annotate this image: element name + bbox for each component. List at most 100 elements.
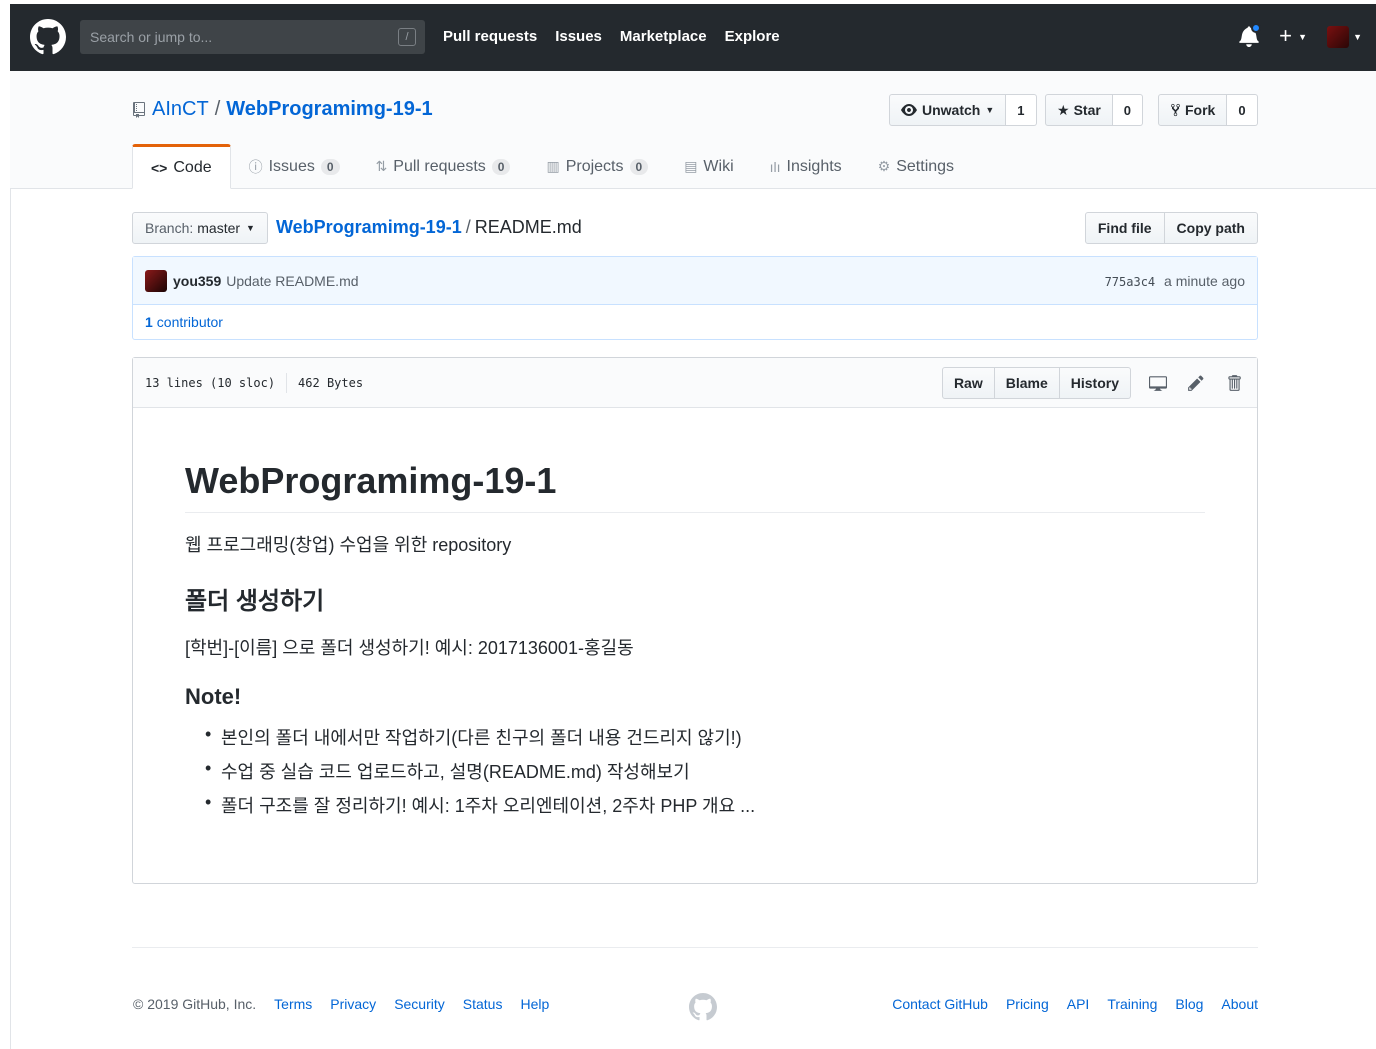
tab-issues[interactable]: ⓘ Issues 0 [231, 144, 358, 189]
footer-link-privacy[interactable]: Privacy [330, 996, 376, 1012]
contributors-count: 1 [145, 314, 153, 330]
star-group: ★ Star 0 [1045, 94, 1144, 126]
footer-link-status[interactable]: Status [463, 996, 503, 1012]
breadcrumb-filename: README.md [474, 217, 582, 237]
star-label: Star [1073, 102, 1101, 118]
unwatch-button[interactable]: Unwatch ▼ [889, 94, 1007, 126]
code-icon: <> [151, 159, 168, 176]
tab-insights[interactable]: ılı Insights [752, 144, 860, 189]
readme-content: WebProgramimg-19-1 웹 프로그래밍(창업) 수업을 위한 re… [133, 408, 1257, 818]
nav-marketplace[interactable]: Marketplace [620, 28, 707, 45]
tab-wiki[interactable]: ▤ Wiki [666, 144, 751, 189]
pencil-icon[interactable] [1185, 372, 1207, 394]
footer-link-about[interactable]: About [1221, 996, 1258, 1012]
file-actions: Raw Blame History [941, 366, 1245, 399]
issue-opened-icon: ⓘ [248, 158, 263, 175]
tab-label: Pull requests [393, 157, 486, 175]
file-nav-buttons: Find file Copy path [1084, 212, 1258, 244]
find-file-button[interactable]: Find file [1084, 212, 1165, 244]
footer-link-contact[interactable]: Contact GitHub [892, 996, 988, 1012]
repo-icon [133, 101, 145, 118]
raw-button[interactable]: Raw [941, 366, 995, 399]
readme-heading-note: Note! [185, 684, 242, 709]
commit-sha[interactable]: 775a3c4 [1105, 275, 1156, 289]
branch-label: Branch: [145, 220, 194, 236]
readme-folder-rule: [학번]-[이름] 으로 폴더 생성하기! 예시: 2017136001-홍길동 [185, 638, 634, 658]
commit-author[interactable]: you359 [173, 273, 221, 289]
footer-divider [132, 947, 1258, 948]
slash-shortcut-hint: / [398, 28, 416, 46]
caret-down-icon: ▼ [1298, 32, 1308, 43]
list-item: 본인의 폴더 내에서만 작업하기(다른 친구의 폴더 내용 건드리지 않기!) [205, 724, 1205, 750]
caret-down-icon: ▼ [1353, 31, 1362, 42]
tab-settings[interactable]: ⚙ Settings [860, 144, 972, 189]
footer-link-help[interactable]: Help [520, 996, 549, 1012]
blame-button[interactable]: Blame [994, 366, 1060, 399]
file-header: 13 lines (10 sloc) 462 Bytes Raw Blame H… [133, 358, 1257, 408]
user-menu-dropdown[interactable]: ▼ [1327, 25, 1362, 48]
watch-count[interactable]: 1 [1006, 94, 1037, 126]
create-new-dropdown[interactable]: + ▼ [1279, 24, 1307, 49]
branch-select-button[interactable]: Branch: master ▼ [132, 212, 268, 244]
contributors-row[interactable]: 1 contributor [133, 305, 1257, 339]
nav-issues[interactable]: Issues [555, 28, 602, 45]
fork-group: Fork 0 [1158, 94, 1258, 126]
search-input[interactable] [80, 20, 380, 54]
file-line-count: 13 lines (10 sloc) [145, 375, 276, 390]
graph-icon: ılı [769, 158, 781, 175]
header-nav: Pull requests Issues Marketplace Explore [443, 28, 798, 45]
history-button[interactable]: History [1059, 366, 1131, 399]
readme-title: WebProgramimg-19-1 [185, 460, 1205, 513]
avatar[interactable] [145, 269, 167, 292]
repo-header: AInCT / WebProgramimg-19-1 Unwatch ▼ 1 ★… [10, 71, 1376, 189]
breadcrumb-separator: / [465, 217, 471, 237]
search-box: / [80, 20, 425, 54]
unwatch-label: Unwatch [922, 102, 981, 118]
repo-name-link[interactable]: WebProgramimg-19-1 [226, 98, 432, 121]
tab-pull-requests[interactable]: ⇅ Pull requests 0 [358, 144, 529, 189]
notification-dot [1251, 22, 1262, 33]
repo-path-separator: / [214, 98, 221, 120]
footer-link-security[interactable]: Security [394, 996, 445, 1012]
footer-right: Contact GitHub Pricing API Training Blog… [892, 996, 1258, 1012]
repo-owner-link[interactable]: AInCT [152, 98, 209, 121]
tab-label: Settings [896, 157, 955, 175]
github-mark-icon[interactable] [689, 993, 717, 1021]
tab-label: Insights [786, 157, 842, 175]
file-info: 13 lines (10 sloc) 462 Bytes [145, 372, 363, 393]
footer-copyright: © 2019 GitHub, Inc. [133, 996, 257, 1012]
breadcrumb: WebProgramimg-19-1/README.md [276, 217, 582, 238]
footer-link-training[interactable]: Training [1107, 996, 1157, 1012]
footer-link-api[interactable]: API [1067, 996, 1090, 1012]
nav-pull-requests[interactable]: Pull requests [443, 28, 537, 45]
branch-name: master [197, 220, 241, 236]
header-right: + ▼ ▼ [1239, 22, 1362, 49]
commit-message[interactable]: Update README.md [226, 273, 358, 289]
github-logo-icon[interactable] [30, 19, 66, 55]
footer-link-terms[interactable]: Terms [274, 996, 312, 1012]
tab-code[interactable]: <> Code [132, 144, 231, 189]
trash-icon[interactable] [1223, 372, 1245, 394]
caret-down-icon: ▼ [985, 105, 995, 115]
notifications-bell-icon[interactable] [1239, 22, 1262, 49]
copy-path-button[interactable]: Copy path [1164, 212, 1258, 244]
star-count[interactable]: 0 [1112, 94, 1144, 126]
desktop-icon[interactable] [1147, 372, 1169, 394]
fork-icon [1171, 103, 1180, 117]
breadcrumb-root-link[interactable]: WebProgramimg-19-1 [276, 217, 462, 237]
star-icon: ★ [1057, 101, 1070, 118]
footer-link-pricing[interactable]: Pricing [1006, 996, 1049, 1012]
fork-count[interactable]: 0 [1227, 94, 1258, 126]
star-button[interactable]: ★ Star [1045, 94, 1113, 126]
commit-time: a minute ago [1164, 272, 1245, 289]
nav-explore[interactable]: Explore [725, 28, 780, 45]
file-info-divider [286, 372, 288, 393]
commit-summary: you359 Update README.md 775a3c4 a minute… [133, 257, 1257, 305]
book-icon: ▤ [684, 158, 698, 174]
readme-heading-folder: 폴더 생성하기 [185, 588, 325, 615]
repo-tabs: <> Code ⓘ Issues 0 ⇅ Pull requests 0 ▥ P… [132, 144, 972, 189]
fork-button[interactable]: Fork [1158, 94, 1228, 126]
footer-link-blog[interactable]: Blog [1175, 996, 1203, 1012]
tab-projects[interactable]: ▥ Projects 0 [528, 144, 666, 189]
tab-label: Wiki [703, 157, 734, 175]
